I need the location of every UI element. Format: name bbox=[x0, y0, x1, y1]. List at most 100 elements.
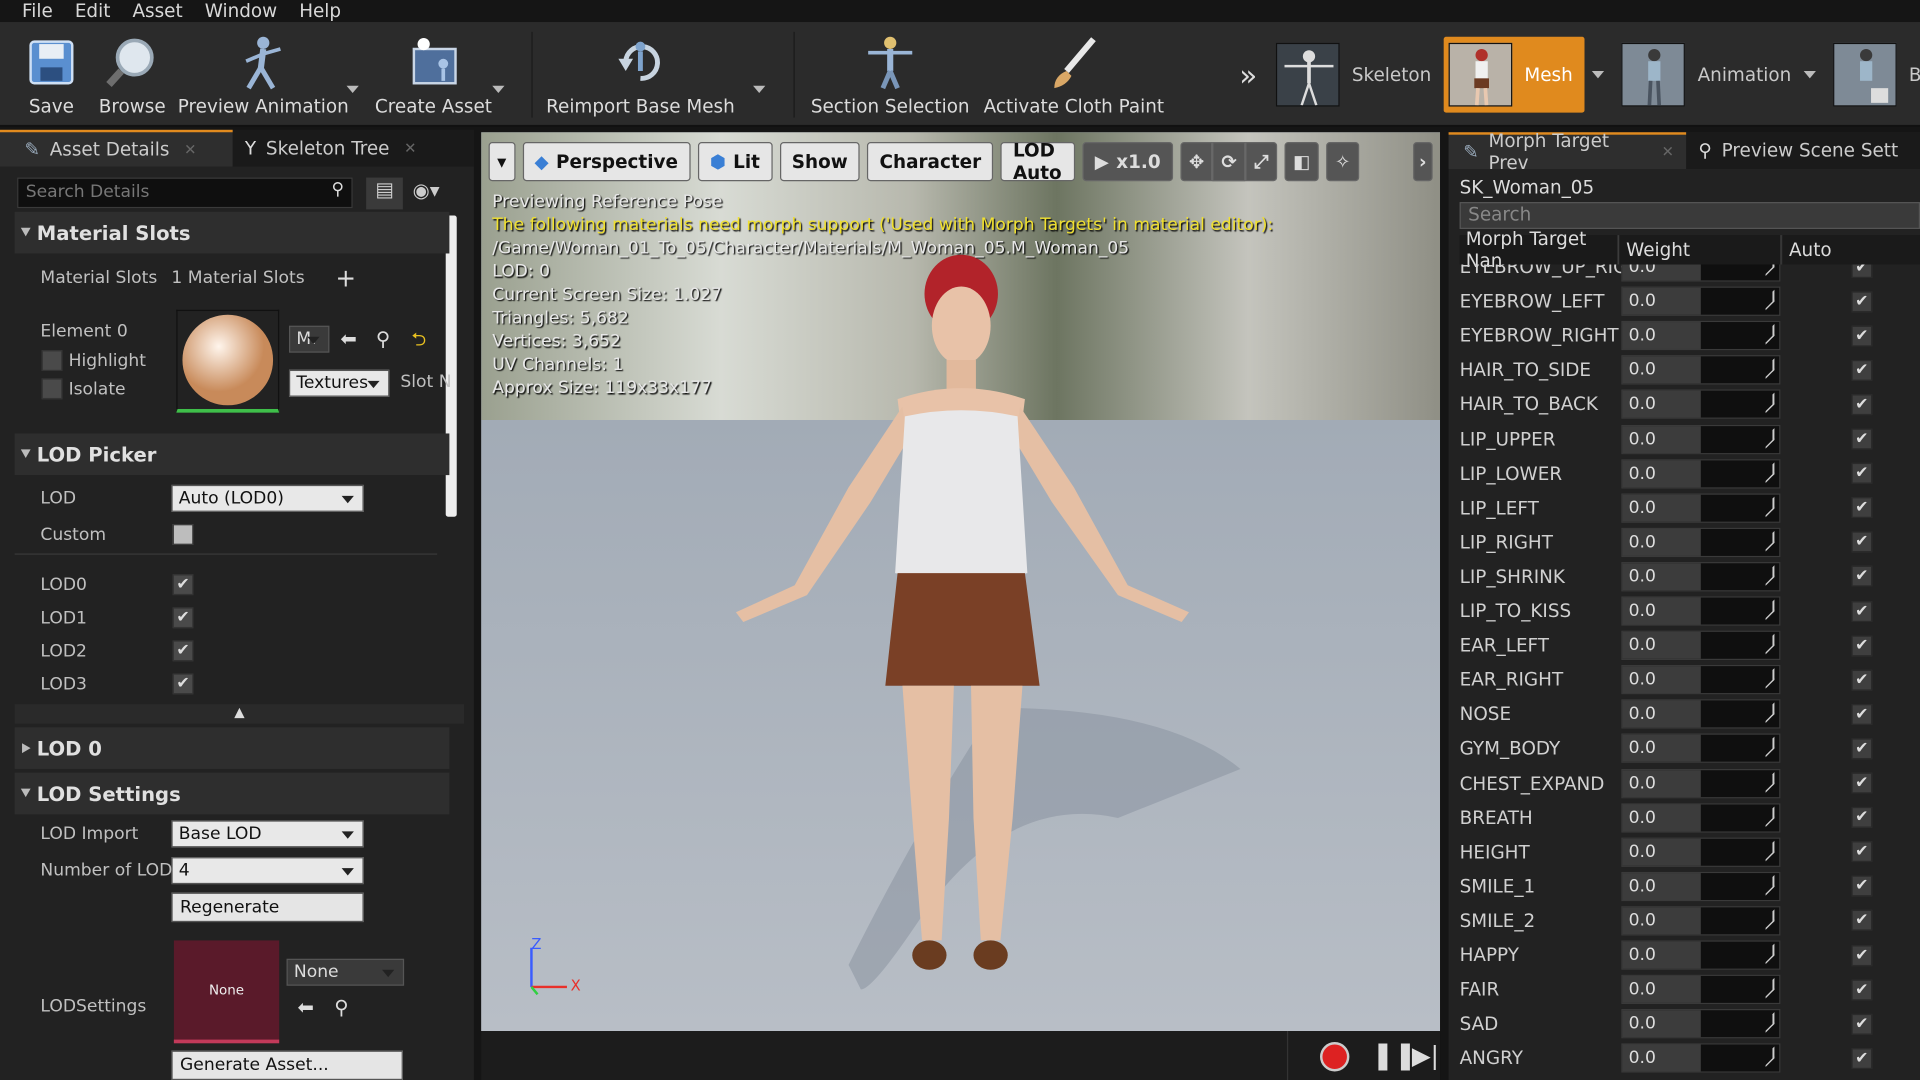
create-asset-button[interactable]: Create Asset bbox=[375, 22, 492, 127]
lod2-checkbox[interactable]: ✔ bbox=[172, 640, 194, 662]
morph-weight-slider[interactable]: 0.0 bbox=[1621, 458, 1781, 489]
viewport-options-dropdown[interactable]: ▾ bbox=[488, 142, 515, 182]
mode-blueprint[interactable]: Blu bbox=[1832, 37, 1920, 113]
menu-asset[interactable]: Asset bbox=[121, 1, 193, 21]
eye-icon[interactable]: ◉▾ bbox=[413, 179, 440, 202]
collapse-up-icon[interactable]: ▲ bbox=[14, 704, 465, 724]
auto-checkbox[interactable]: ✔ bbox=[1851, 566, 1873, 588]
auto-checkbox[interactable]: ✔ bbox=[1851, 738, 1873, 760]
lod1-checkbox[interactable]: ✔ bbox=[172, 607, 194, 629]
morph-weight-slider[interactable]: 0.0 bbox=[1621, 733, 1781, 764]
character-button[interactable]: Character bbox=[867, 142, 994, 182]
record-icon[interactable] bbox=[1320, 1042, 1350, 1072]
animation-dropdown[interactable] bbox=[1803, 71, 1816, 79]
section-lod0[interactable]: LOD 0 bbox=[14, 727, 450, 769]
menu-window[interactable]: Window bbox=[194, 1, 288, 21]
section-lod-settings[interactable]: LOD Settings bbox=[14, 772, 450, 815]
isolate-checkbox[interactable] bbox=[41, 378, 63, 400]
column-weight[interactable]: Weight bbox=[1620, 235, 1782, 265]
translate-icon[interactable]: ✥ bbox=[1180, 142, 1213, 182]
auto-checkbox[interactable]: ✔ bbox=[1851, 703, 1873, 725]
auto-checkbox[interactable]: ✔ bbox=[1851, 944, 1873, 966]
lodsettings-combo[interactable]: None bbox=[286, 958, 405, 986]
material-thumbnail[interactable] bbox=[176, 309, 280, 413]
morph-weight-slider[interactable]: 0.0 bbox=[1621, 630, 1781, 661]
activate-cloth-paint-button[interactable]: Activate Cloth Paint bbox=[984, 22, 1164, 127]
lod-import-select[interactable]: Base LOD bbox=[171, 819, 364, 847]
auto-checkbox[interactable]: ✔ bbox=[1851, 1013, 1873, 1035]
browse-search-icon[interactable]: ⚲ bbox=[376, 327, 390, 350]
morph-weight-slider[interactable]: 0.0 bbox=[1621, 905, 1781, 936]
textures-combo[interactable]: Textures bbox=[288, 369, 390, 397]
morph-weight-slider[interactable]: 0.0 bbox=[1621, 355, 1781, 385]
morph-weight-slider[interactable]: 0.0 bbox=[1621, 871, 1781, 901]
morph-search-input[interactable]: Search bbox=[1459, 202, 1920, 229]
morph-weight-slider[interactable]: 0.0 bbox=[1621, 665, 1781, 695]
mode-skeleton[interactable]: Skeleton bbox=[1275, 37, 1436, 113]
morph-weight-slider[interactable]: 0.0 bbox=[1621, 286, 1781, 317]
camera-speed-icon[interactable]: ◧ bbox=[1284, 142, 1320, 182]
custom-checkbox[interactable] bbox=[172, 524, 194, 545]
mode-mesh[interactable]: Mesh bbox=[1443, 36, 1585, 113]
column-morph-target-name[interactable]: Morph Target Nan bbox=[1459, 228, 1619, 272]
mesh-dropdown[interactable] bbox=[1592, 71, 1605, 79]
add-icon[interactable]: + bbox=[336, 263, 357, 292]
details-search-input[interactable]: Search Details ⚲ bbox=[17, 177, 353, 209]
arrow-left-icon[interactable]: ⬅ bbox=[340, 327, 356, 350]
auto-checkbox[interactable]: ✔ bbox=[1851, 290, 1873, 312]
auto-checkbox[interactable]: ✔ bbox=[1851, 875, 1873, 897]
maximize-icon[interactable]: ✧ bbox=[1326, 142, 1359, 182]
morph-weight-slider[interactable]: 0.0 bbox=[1621, 527, 1781, 557]
step-forward-icon[interactable]: ▶| bbox=[1412, 1041, 1439, 1070]
reimport-base-mesh-button[interactable]: Reimport Base Mesh bbox=[546, 22, 735, 127]
auto-checkbox[interactable]: ✔ bbox=[1851, 910, 1873, 932]
play-speed-button[interactable]: ▶ x1.0 bbox=[1082, 142, 1173, 182]
auto-checkbox[interactable]: ✔ bbox=[1851, 1047, 1873, 1069]
morph-weight-slider[interactable]: 0.0 bbox=[1621, 837, 1781, 867]
auto-checkbox[interactable]: ✔ bbox=[1851, 264, 1873, 278]
lod0-checkbox[interactable]: ✔ bbox=[172, 574, 194, 596]
tab-asset-details[interactable]: ✎ Asset Details ✕ bbox=[0, 129, 233, 167]
scale-icon[interactable]: ⤢ bbox=[1245, 142, 1278, 182]
close-icon[interactable]: ✕ bbox=[404, 140, 416, 157]
auto-checkbox[interactable]: ✔ bbox=[1851, 979, 1873, 1000]
auto-checkbox[interactable]: ✔ bbox=[1851, 807, 1873, 828]
show-button[interactable]: Show bbox=[779, 142, 860, 182]
morph-weight-slider[interactable]: 0.0 bbox=[1621, 389, 1781, 420]
highlight-checkbox[interactable] bbox=[41, 350, 63, 372]
preview-animation-dropdown[interactable] bbox=[346, 85, 359, 94]
tab-preview-scene-settings[interactable]: ⚲ Preview Scene Sett bbox=[1686, 132, 1919, 169]
section-lod-picker[interactable]: LOD Picker bbox=[14, 433, 450, 476]
lod-select[interactable]: Auto (LOD0) bbox=[171, 484, 364, 512]
morph-weight-slider[interactable]: 0.0 bbox=[1621, 940, 1781, 970]
view-options-icon[interactable]: ▤ bbox=[366, 177, 403, 210]
browse-button[interactable]: Browse bbox=[98, 22, 167, 127]
reimport-dropdown[interactable] bbox=[753, 85, 766, 94]
mode-animation[interactable]: Animation bbox=[1621, 37, 1796, 113]
morph-weight-slider[interactable]: 0.0 bbox=[1621, 802, 1781, 833]
tab-morph-target-preview[interactable]: ✎ Morph Target Prev ✕ bbox=[1448, 130, 1687, 174]
morph-weight-slider[interactable]: 0.0 bbox=[1621, 264, 1781, 282]
close-icon[interactable]: ✕ bbox=[184, 141, 196, 158]
morph-weight-slider[interactable]: 0.0 bbox=[1621, 1043, 1781, 1074]
lod-auto-button[interactable]: LOD Auto bbox=[1000, 140, 1076, 184]
auto-checkbox[interactable]: ✔ bbox=[1851, 497, 1873, 519]
morph-weight-slider[interactable]: 0.0 bbox=[1621, 768, 1781, 798]
perspective-button[interactable]: ◆ Perspective bbox=[522, 142, 691, 182]
lod3-checkbox[interactable]: ✔ bbox=[172, 673, 194, 695]
auto-checkbox[interactable]: ✔ bbox=[1851, 462, 1873, 484]
regenerate-button[interactable]: Regenerate bbox=[171, 892, 364, 923]
reset-icon[interactable]: ⮌ bbox=[411, 327, 426, 358]
rotate-icon[interactable]: ⟳ bbox=[1212, 142, 1246, 182]
morph-weight-slider[interactable]: 0.0 bbox=[1621, 974, 1781, 1005]
auto-checkbox[interactable]: ✔ bbox=[1851, 394, 1873, 415]
morph-weight-slider[interactable]: 0.0 bbox=[1621, 1009, 1781, 1039]
column-auto[interactable]: Auto bbox=[1782, 235, 1920, 265]
auto-checkbox[interactable]: ✔ bbox=[1851, 841, 1873, 863]
save-button[interactable]: Save bbox=[17, 22, 86, 127]
menu-help[interactable]: Help bbox=[288, 1, 352, 21]
chevron-double-right-icon[interactable]: » bbox=[1239, 59, 1257, 93]
auto-checkbox[interactable]: ✔ bbox=[1851, 325, 1873, 347]
pause-icon[interactable]: ❚❚ bbox=[1371, 1041, 1416, 1072]
viewport[interactable]: ▾ ◆ Perspective ⬢ Lit Show Character LOD A… bbox=[481, 132, 1441, 1032]
